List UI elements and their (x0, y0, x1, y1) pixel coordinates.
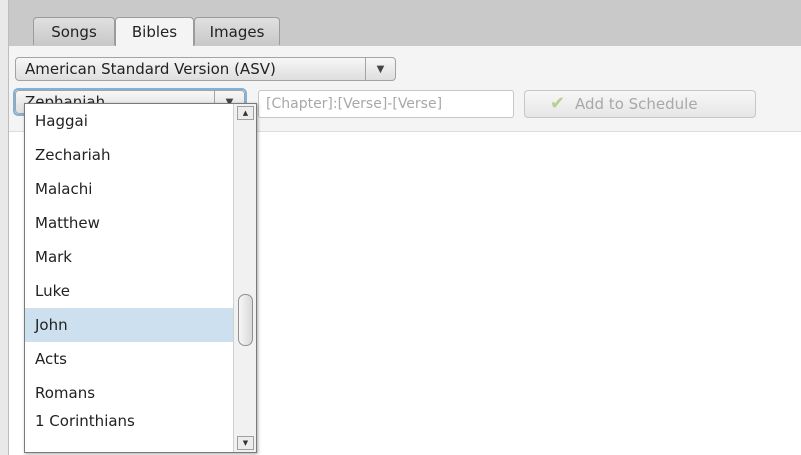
add-to-schedule-label: Add to Schedule (575, 95, 698, 113)
tab-songs[interactable]: Songs (33, 17, 115, 45)
list-item[interactable]: Luke (25, 274, 256, 308)
tab-bibles[interactable]: Bibles (115, 17, 194, 46)
book-dropdown-list[interactable]: Haggai Zechariah Malachi Matthew Mark Lu… (24, 103, 257, 453)
checkmark-icon: ✔ (550, 93, 566, 114)
scroll-thumb[interactable] (238, 294, 253, 346)
tab-bar: Songs Bibles Images (9, 0, 801, 46)
list-item[interactable]: Acts (25, 342, 256, 376)
list-item[interactable]: 1 Corinthians (25, 410, 256, 430)
list-item[interactable]: Malachi (25, 172, 256, 206)
list-item[interactable]: Zechariah (25, 138, 256, 172)
list-item[interactable]: Mark (25, 240, 256, 274)
scroll-down-icon[interactable]: ▼ (237, 436, 254, 450)
list-item-selected[interactable]: John (25, 308, 256, 342)
list-item[interactable]: Romans (25, 376, 256, 410)
left-panel-edge (0, 0, 8, 455)
chapter-verse-input[interactable]: [Chapter]:[Verse]-[Verse] (258, 90, 514, 118)
bible-version-select[interactable]: American Standard Version (ASV) ▼ (15, 57, 396, 81)
dropdown-scrollbar[interactable]: ▲ ▼ (233, 104, 256, 452)
list-item[interactable]: Matthew (25, 206, 256, 240)
scroll-up-icon[interactable]: ▲ (237, 106, 254, 120)
tab-images[interactable]: Images (194, 17, 280, 45)
list-item[interactable]: Haggai (25, 104, 256, 138)
chevron-down-icon[interactable]: ▼ (365, 58, 395, 80)
bible-version-value: American Standard Version (ASV) (25, 60, 276, 78)
add-to-schedule-button[interactable]: ✔ Add to Schedule (524, 90, 756, 118)
